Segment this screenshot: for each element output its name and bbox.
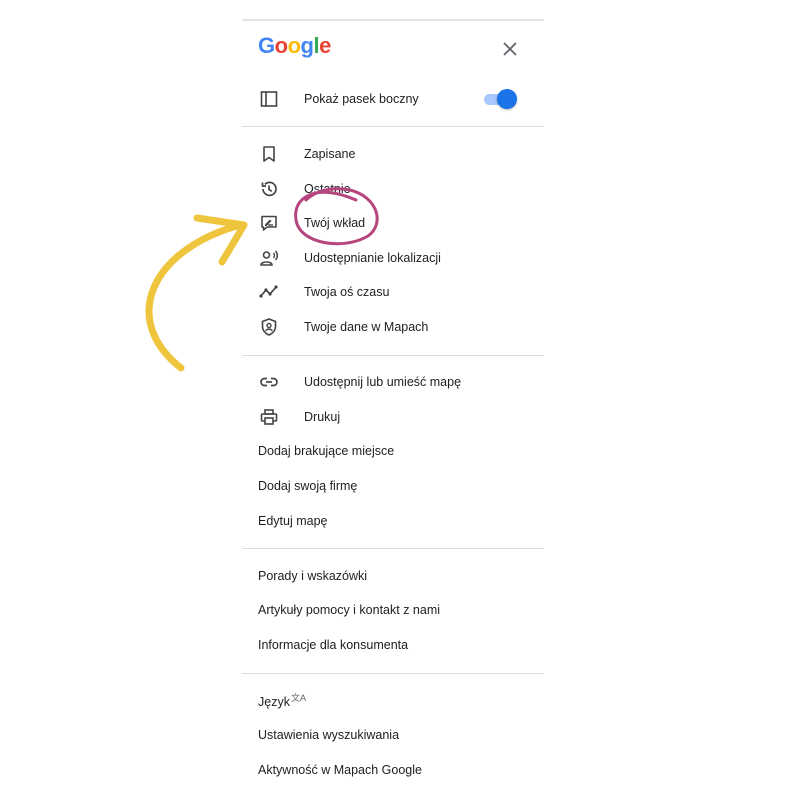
menu-item-label: Edytuj mapę <box>258 514 328 528</box>
menu-item-label: Udostępnianie lokalizacji <box>304 251 441 265</box>
menu-item-print[interactable]: Drukuj <box>242 402 544 432</box>
menu-item-label: Język <box>258 695 290 710</box>
logo-letter-6: e <box>319 33 331 58</box>
divider-4 <box>242 673 544 674</box>
language-label-wrap: Język文A <box>258 691 306 709</box>
yellow-arrow-icon <box>145 214 248 372</box>
menu-item-consumer-info[interactable]: Informacje dla konsumenta <box>242 630 544 660</box>
logo-letter-3: o <box>287 33 301 58</box>
toggle-knob <box>497 89 517 109</box>
logo-letter-1: G <box>258 33 275 58</box>
divider-3 <box>242 548 544 549</box>
timeline-icon <box>259 282 279 302</box>
bookmark-icon <box>259 144 279 164</box>
logo-letter-4: g <box>300 33 314 58</box>
maps-side-menu: Google Pokaż pasek boczny Zapisane Ostat… <box>242 19 544 800</box>
menu-item-label: Twoje dane w Mapach <box>304 320 429 334</box>
translate-icon: 文A <box>290 692 306 703</box>
contribute-icon <box>259 213 279 233</box>
location-sharing-icon <box>259 248 279 268</box>
shield-icon <box>259 317 279 337</box>
sidebar-panel-icon <box>259 89 279 109</box>
menu-item-location-sharing[interactable]: Udostępnianie lokalizacji <box>242 243 544 273</box>
menu-item-maps-activity[interactable]: Aktywność w Mapach Google <box>242 755 544 785</box>
menu-item-your-data[interactable]: Twoje dane w Mapach <box>242 312 544 342</box>
close-button[interactable] <box>498 37 522 61</box>
menu-item-label: Ostatnie <box>304 182 351 196</box>
menu-item-label: Twoja oś czasu <box>304 285 390 299</box>
logo-letter-2: o <box>274 33 288 58</box>
menu-item-search-settings[interactable]: Ustawienia wyszukiwania <box>242 720 544 750</box>
google-logo: Google <box>258 33 331 59</box>
menu-item-share-embed[interactable]: Udostępnij lub umieść mapę <box>242 367 544 397</box>
history-icon <box>259 179 279 199</box>
menu-item-label: Udostępnij lub umieść mapę <box>304 375 462 389</box>
menu-item-tips[interactable]: Porady i wskazówki <box>242 561 544 591</box>
show-sidebar-label: Pokaż pasek boczny <box>304 92 419 106</box>
menu-item-contributions[interactable]: Twój wkład <box>242 208 544 238</box>
printer-icon <box>259 407 279 427</box>
menu-item-label: Ustawienia wyszukiwania <box>258 728 400 742</box>
menu-item-timeline[interactable]: Twoja oś czasu <box>242 277 544 307</box>
close-icon <box>503 42 517 56</box>
menu-item-label: Artykuły pomocy i kontakt z nami <box>258 603 441 617</box>
menu-item-label: Zapisane <box>304 147 356 161</box>
menu-item-label: Aktywność w Mapach Google <box>258 763 422 777</box>
divider-1 <box>242 126 544 127</box>
show-sidebar-toggle[interactable] <box>482 89 518 109</box>
divider-2 <box>242 355 544 356</box>
menu-item-recent[interactable]: Ostatnie <box>242 174 544 204</box>
link-icon <box>259 372 279 392</box>
menu-item-help-contact[interactable]: Artykuły pomocy i kontakt z nami <box>242 595 544 625</box>
menu-item-add-business[interactable]: Dodaj swoją firmę <box>242 471 544 501</box>
menu-item-saved[interactable]: Zapisane <box>242 139 544 169</box>
menu-item-label: Drukuj <box>304 410 341 424</box>
menu-item-label: Dodaj brakujące miejsce <box>258 444 395 458</box>
menu-item-label: Porady i wskazówki <box>258 569 368 583</box>
menu-item-edit-map[interactable]: Edytuj mapę <box>242 506 544 536</box>
menu-item-label: Twój wkład <box>304 216 366 230</box>
menu-item-label: Informacje dla konsumenta <box>258 638 409 652</box>
menu-top-border <box>242 19 544 21</box>
menu-item-language[interactable]: Język文A <box>242 685 544 715</box>
menu-item-add-missing-place[interactable]: Dodaj brakujące miejsce <box>242 436 544 466</box>
menu-item-label: Dodaj swoją firmę <box>258 479 358 493</box>
